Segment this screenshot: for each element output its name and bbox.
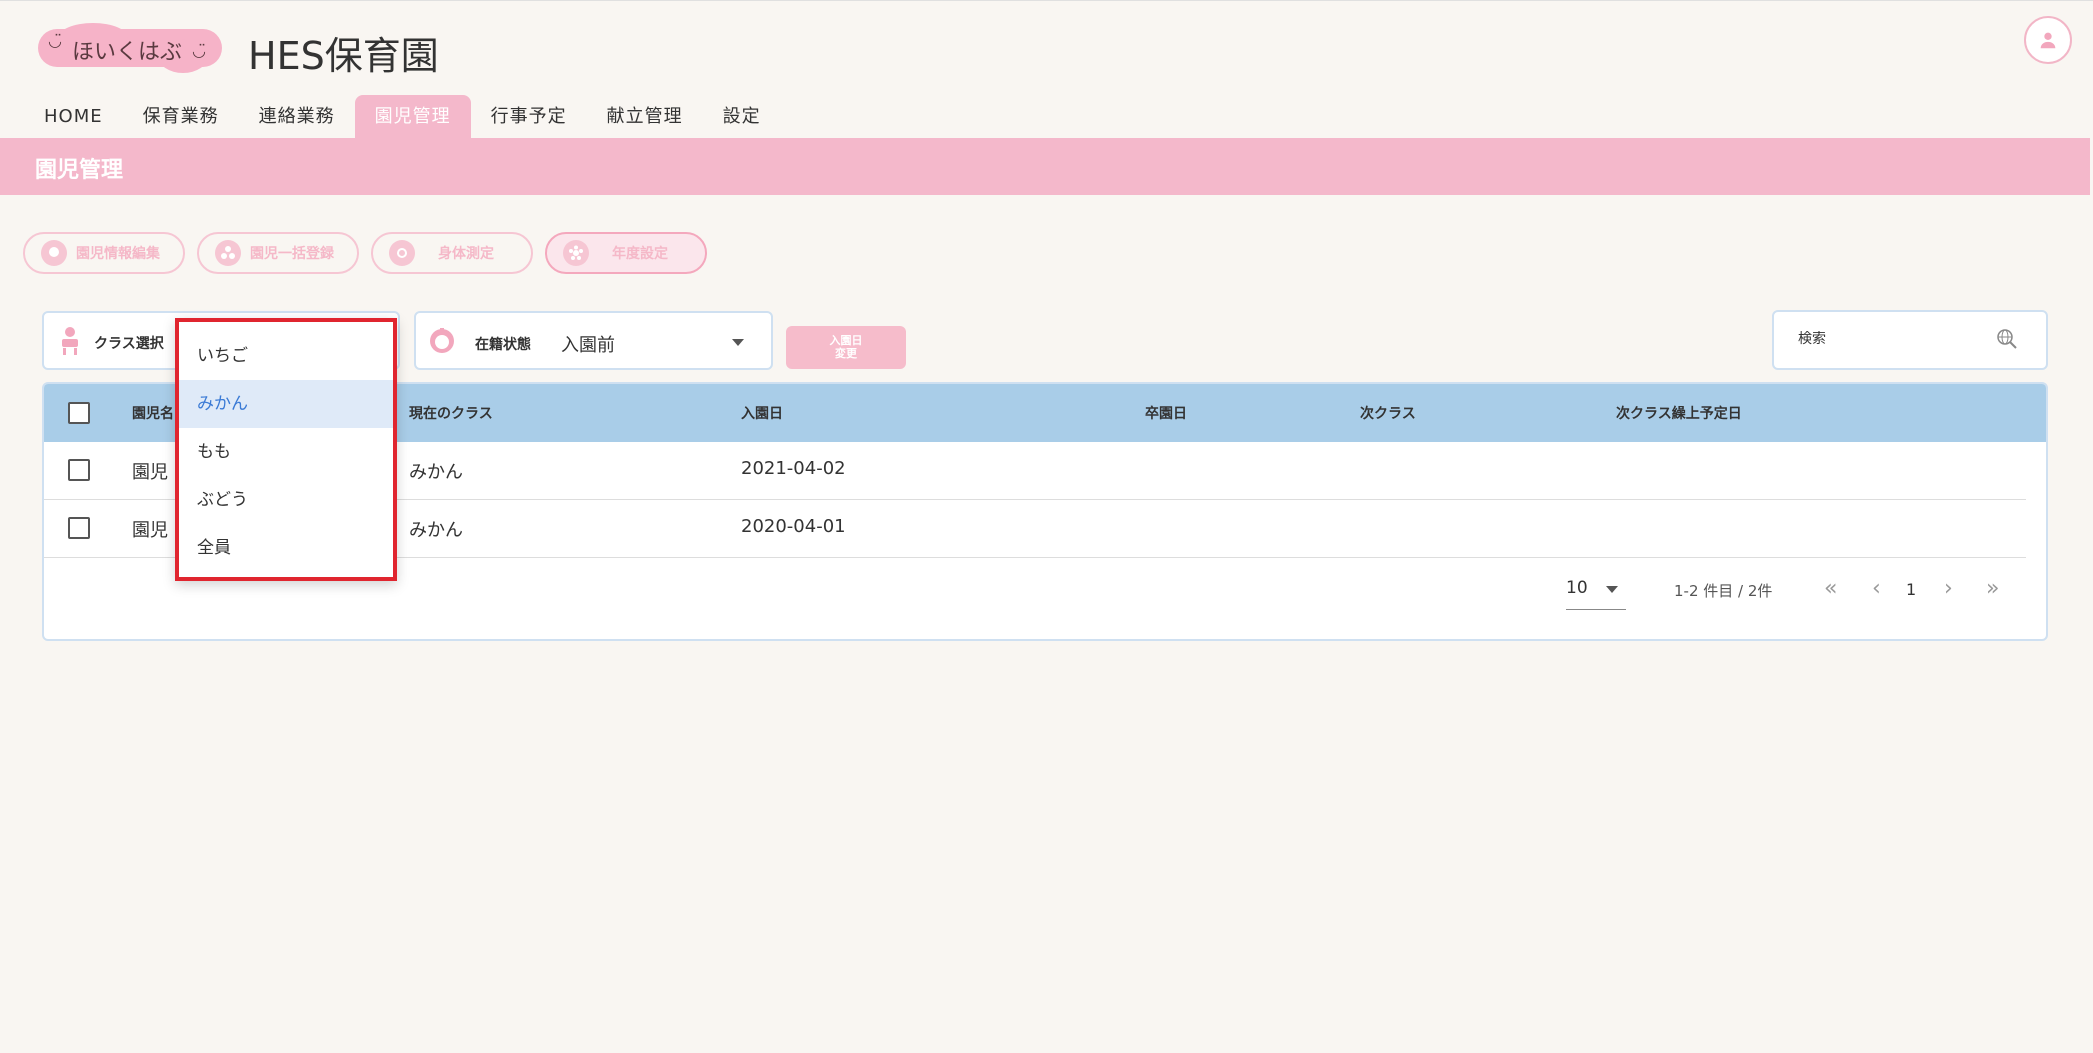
change-entry-date-button[interactable]: 入園日 変更 (786, 326, 906, 369)
app-header: ◡̈ ほいくはぶ ◡̈ HES保育園 (0, 0, 2093, 95)
change-entry-date-label-line1: 入園日 (829, 334, 863, 347)
class-select-label: クラス選択 (94, 336, 164, 352)
row-checkbox[interactable] (68, 517, 90, 539)
section-header: 園児管理 (0, 138, 2090, 195)
logo-text: ほいくはぶ (72, 40, 183, 65)
tab-settings[interactable]: 設定 (703, 95, 781, 138)
child-icon (41, 240, 67, 266)
search-input[interactable] (1798, 331, 1978, 347)
cell-current-class: みかん (409, 520, 463, 541)
logo[interactable]: ◡̈ ほいくはぶ ◡̈ (38, 23, 222, 73)
status-select[interactable]: 在籍状態 入園前 (414, 311, 773, 370)
year-settings-button[interactable]: 年度設定 (545, 232, 707, 274)
pagination: 10 1-2 件目 / 2件 « ‹ 1 › » (44, 576, 2046, 616)
tab-childcare-work[interactable]: 保育業務 (123, 95, 239, 138)
tab-home[interactable]: HOME (24, 95, 123, 138)
first-page-icon[interactable]: « (1824, 576, 1837, 601)
tab-child-management[interactable]: 園児管理 (354, 95, 471, 138)
current-page[interactable]: 1 (1906, 580, 1916, 599)
cell-current-class: みかん (409, 462, 463, 483)
class-option-momo[interactable]: もも (179, 428, 393, 476)
per-page-value: 10 (1566, 578, 1588, 598)
group-icon (215, 240, 241, 266)
status-select-value: 入園前 (561, 335, 615, 356)
bulk-register-button[interactable]: 園児一括登録 (197, 232, 359, 274)
page-range-text: 1-2 件目 / 2件 (1674, 582, 1773, 600)
cell-entry-date: 2020-04-01 (741, 516, 846, 537)
col-current-class[interactable]: 現在のクラス (409, 403, 493, 423)
tab-contact-work[interactable]: 連絡業務 (239, 95, 355, 138)
user-avatar-button[interactable] (2024, 16, 2072, 64)
gear-flower-icon (563, 240, 589, 266)
class-option-all[interactable]: 全員 (179, 524, 393, 572)
next-page-icon[interactable]: › (1944, 576, 1953, 601)
body-measure-label: 身体測定 (438, 246, 494, 262)
class-dropdown-menu: いちご みかん もも ぶどう 全員 (175, 318, 397, 581)
search-globe-icon[interactable] (1994, 326, 2020, 352)
status-select-label: 在籍状態 (475, 337, 531, 353)
last-page-icon[interactable]: » (1986, 576, 1999, 601)
select-all-checkbox[interactable] (68, 402, 90, 424)
cell-entry-date: 2021-04-02 (741, 458, 846, 479)
search-box[interactable] (1772, 310, 2048, 370)
desk-child-icon (62, 327, 78, 355)
body-measure-button[interactable]: 身体測定 (371, 232, 533, 274)
tab-events[interactable]: 行事予定 (471, 95, 587, 138)
class-option-ichigo[interactable]: いちご (179, 332, 393, 380)
tab-menu-management[interactable]: 献立管理 (587, 95, 703, 138)
measure-icon (389, 240, 415, 266)
row-checkbox[interactable] (68, 459, 90, 481)
logo-smile-left: ◡̈ (48, 31, 62, 50)
main-nav: HOME 保育業務 連絡業務 園児管理 行事予定 献立管理 設定 (24, 95, 781, 138)
child-face-icon (430, 328, 454, 353)
col-next-class-date[interactable]: 次クラス繰上予定日 (1616, 403, 1742, 423)
per-page-select[interactable]: 10 (1566, 576, 1626, 610)
change-entry-date-label-line2: 変更 (835, 347, 857, 360)
col-next-class[interactable]: 次クラス (1360, 403, 1416, 423)
class-option-budou[interactable]: ぶどう (179, 476, 393, 524)
site-title: HES保育園 (248, 34, 439, 78)
edit-child-info-label: 園児情報編集 (76, 246, 160, 262)
page-title: 園児管理 (35, 158, 124, 183)
col-entry-date[interactable]: 入園日 (741, 403, 783, 423)
year-settings-label: 年度設定 (612, 246, 668, 262)
chevron-down-icon (1606, 586, 1618, 593)
class-option-mikan[interactable]: みかん (179, 380, 393, 428)
bulk-register-label: 園児一括登録 (250, 246, 334, 262)
edit-child-info-button[interactable]: 園児情報編集 (23, 232, 185, 274)
prev-page-icon[interactable]: ‹ (1872, 576, 1881, 601)
user-icon (2040, 32, 2056, 49)
col-graduation-date[interactable]: 卒園日 (1145, 403, 1187, 423)
col-child-name[interactable]: 園児名 (132, 403, 174, 423)
logo-smile-right: ◡̈ (192, 41, 206, 60)
chevron-down-icon (732, 339, 744, 346)
